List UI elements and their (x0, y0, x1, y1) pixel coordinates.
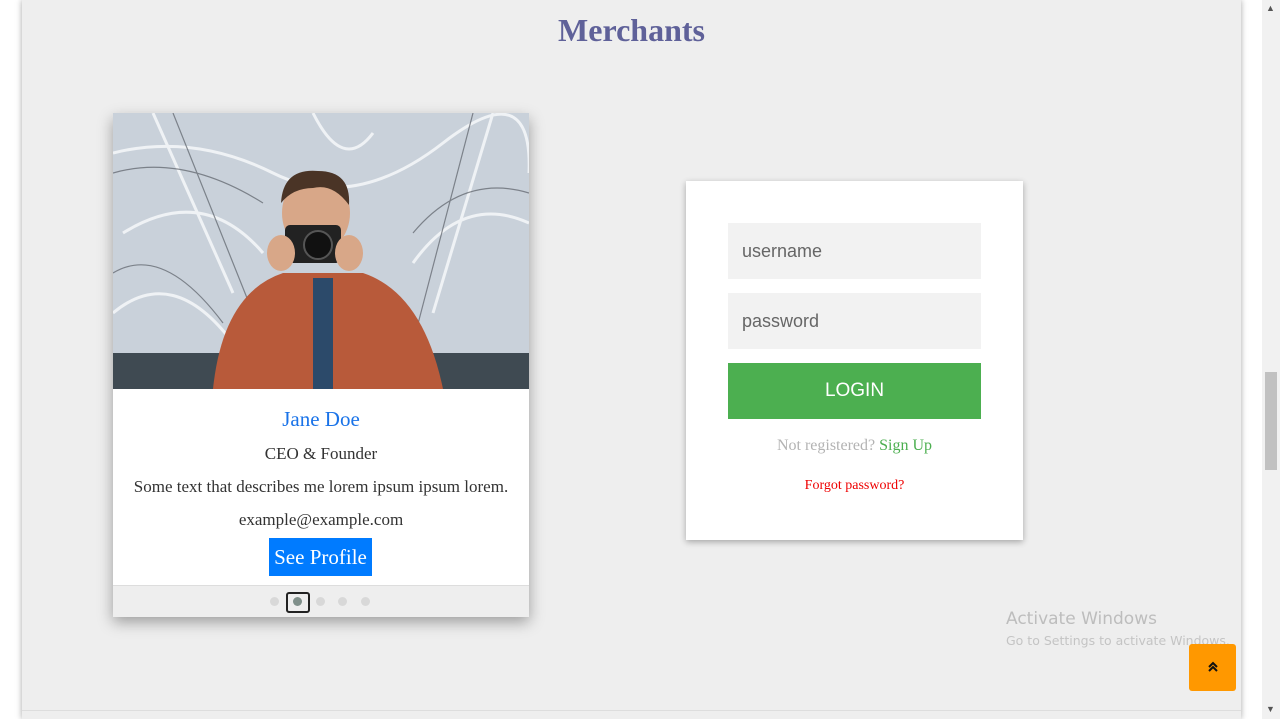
carousel-dot[interactable] (361, 597, 370, 606)
double-chevron-up-icon (1207, 660, 1219, 676)
divider (22, 710, 1241, 711)
carousel-pagination (113, 585, 529, 617)
back-to-top-button[interactable] (1189, 644, 1236, 691)
scrollbar[interactable]: ▲ ▼ (1262, 0, 1280, 719)
scroll-up-arrow-icon[interactable]: ▲ (1266, 3, 1275, 13)
see-profile-button[interactable]: See Profile (269, 538, 372, 576)
profile-name: Jane Doe (282, 407, 360, 431)
profile-role: CEO & Founder (264, 444, 378, 463)
sign-up-link[interactable]: Sign Up (879, 437, 932, 454)
forgot-password-link[interactable]: Forgot password? (686, 478, 1023, 494)
login-form: LOGIN Not registered? Sign Up Forgot pas… (686, 181, 1023, 540)
scroll-down-arrow-icon[interactable]: ▼ (1266, 704, 1275, 714)
activate-windows-title: Activate Windows (1006, 609, 1157, 629)
username-input[interactable] (728, 223, 981, 279)
profile-photo (113, 113, 529, 389)
profile-email: example@example.com (238, 510, 404, 529)
carousel-dot[interactable] (316, 597, 325, 606)
carousel-dot-active[interactable] (293, 597, 302, 606)
carousel-dot[interactable] (270, 597, 279, 606)
scrollbar-thumb[interactable] (1265, 372, 1277, 470)
not-registered-text: Not registered? (776, 437, 876, 454)
login-button[interactable]: LOGIN (728, 363, 981, 419)
password-input[interactable] (728, 293, 981, 349)
profile-description: Some text that describes me lorem ipsum … (133, 477, 509, 496)
profile-card: Jane Doe CEO & Founder Some text that de… (113, 113, 529, 617)
page-title: Merchants (558, 12, 705, 48)
register-prompt: Not registered? Sign Up (686, 437, 1023, 455)
carousel-dot[interactable] (338, 597, 347, 606)
